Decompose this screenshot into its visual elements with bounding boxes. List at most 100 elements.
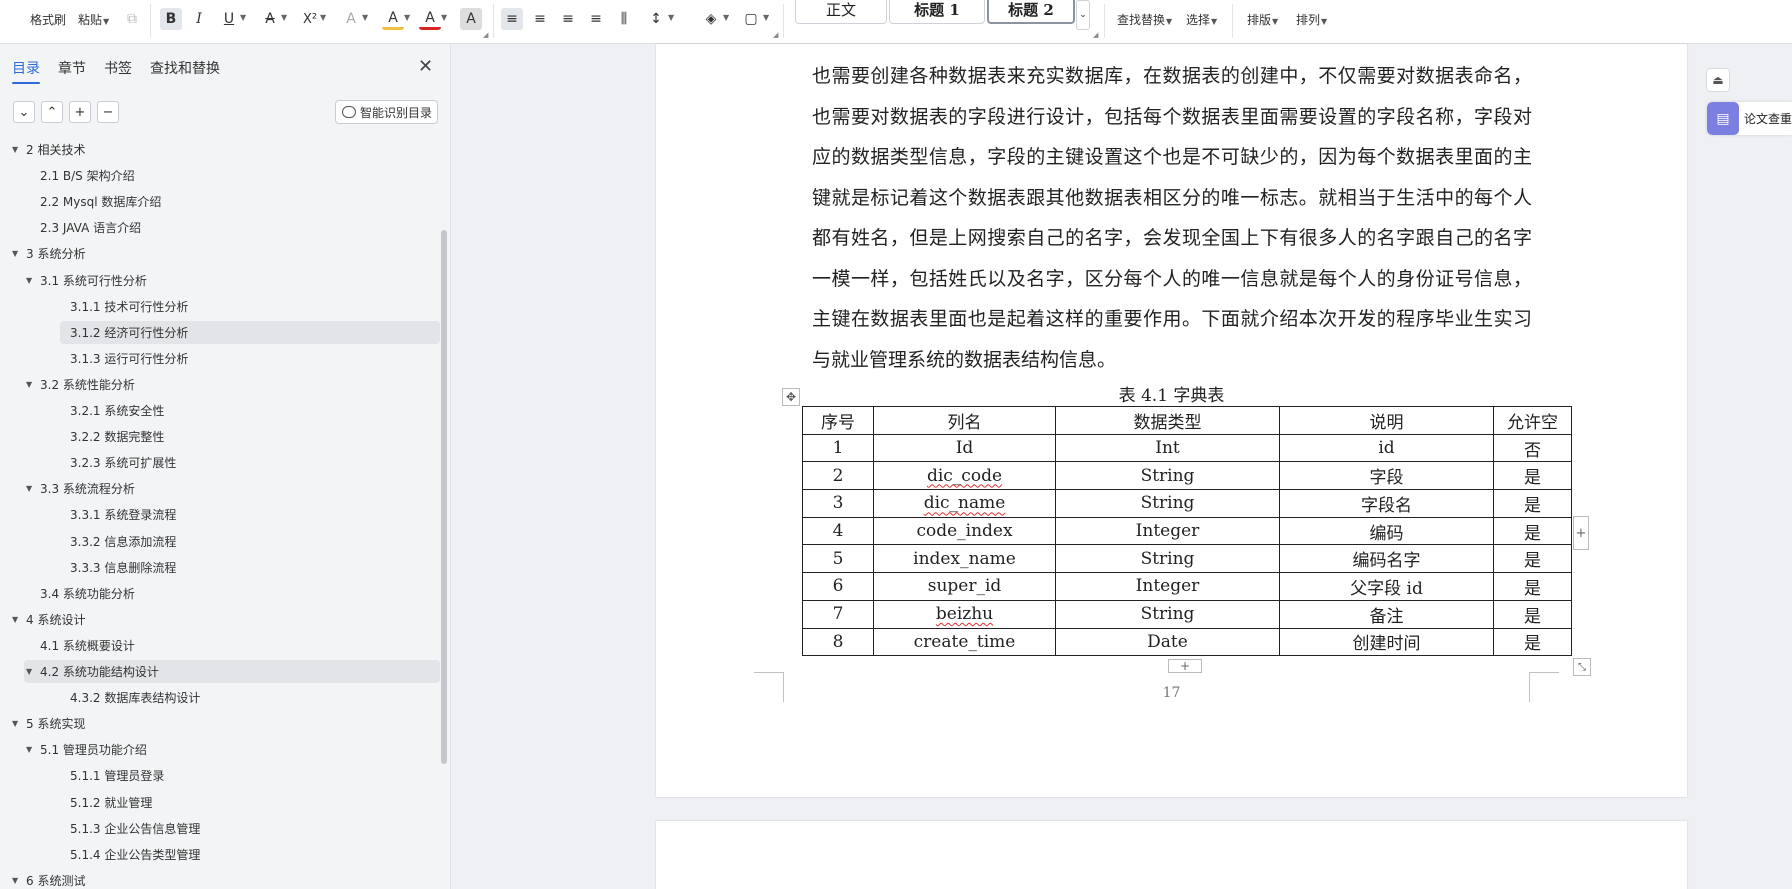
table-cell[interactable]: 是 (1493, 627, 1572, 657)
table-cell[interactable]: String (1055, 461, 1280, 491)
toc-item[interactable]: ▼ 4 系统设计 (12, 608, 85, 631)
smart-toc-button[interactable]: 智能识别目录 (335, 100, 438, 124)
table-cell[interactable]: 编码 (1279, 516, 1494, 546)
toc-item[interactable]: 3.1.2 经济可行性分析 (60, 320, 440, 344)
nav-scrollbar[interactable] (441, 230, 447, 764)
table-cell[interactable]: 5 (802, 544, 874, 574)
dialog-launcher-icon[interactable]: ◢ (1093, 31, 1098, 39)
dictionary-table[interactable]: 序号 列名 数据类型 说明 允许空 1 Id Int id 否 2 dic_code Stri… (802, 406, 1572, 657)
style-heading1[interactable]: 标题 1 (889, 0, 985, 24)
toc-item[interactable]: ▼ 3.2 系统性能分析 (26, 373, 135, 396)
table-cell[interactable]: 创建时间 (1279, 627, 1494, 657)
add-row-icon[interactable]: + (1168, 659, 1202, 673)
table-cell[interactable]: 字段名 (1279, 489, 1494, 518)
toc-item[interactable]: ▼ 5.1 管理员功能介绍 (26, 738, 147, 761)
table-cell[interactable]: 4 (802, 516, 874, 546)
table-cell[interactable]: 备注 (1279, 599, 1494, 629)
underline-options-icon[interactable]: ▼ (240, 13, 246, 22)
body-paragraph[interactable]: 也需要创建各种数据表来充实数据库，在数据表的创建中，不仅需要对数据表命名，也需要… (812, 56, 1532, 380)
toc-item[interactable]: ▼ 2 相关技术 (12, 138, 85, 161)
table-cell[interactable]: 8 (802, 627, 874, 657)
copy-icon[interactable]: ⧉ (121, 8, 143, 30)
toc-item[interactable]: 3.2.2 数据完整性 (70, 425, 164, 448)
toc-item[interactable]: ▼ 3.3 系统流程分析 (26, 477, 135, 500)
table-cell[interactable]: 是 (1493, 599, 1572, 629)
highlight-button[interactable]: A (382, 8, 404, 30)
border-icon[interactable]: ▢ (740, 8, 762, 30)
header-cell[interactable]: 说明 (1279, 406, 1494, 435)
table-cell[interactable]: Integer (1055, 516, 1280, 546)
expand-caret-icon[interactable]: ▼ (12, 876, 26, 885)
expand-caret-icon[interactable]: ▼ (26, 484, 40, 493)
align-right-icon[interactable]: ≡ (557, 8, 579, 30)
find-replace-button[interactable]: 查找替换▼ (1117, 11, 1172, 28)
paper-check-button[interactable]: ▤ 论文查重 (1707, 102, 1792, 135)
table-cell[interactable]: Id (873, 433, 1056, 463)
toc-item[interactable]: ▼ 3.1 系统可行性分析 (26, 269, 147, 292)
table-cell[interactable]: 否 (1493, 433, 1572, 463)
table-cell[interactable]: 3 (802, 489, 874, 518)
table-cell[interactable]: 是 (1493, 572, 1572, 601)
table-cell[interactable]: 是 (1493, 461, 1572, 491)
align-left-icon[interactable]: ≡ (501, 8, 523, 30)
table-cell[interactable]: String (1055, 489, 1280, 518)
toc-item[interactable]: 4.1 系统概要设计 (40, 634, 135, 657)
remove-heading-icon[interactable]: − (97, 101, 119, 123)
table-cell[interactable]: String (1055, 544, 1280, 574)
table-cell[interactable]: id (1279, 433, 1494, 463)
collapse-up-icon[interactable]: ⌃ (41, 101, 63, 123)
toc-item[interactable]: 3.3.2 信息添加流程 (70, 530, 176, 553)
expand-caret-icon[interactable]: ▼ (12, 615, 26, 624)
table-cell[interactable]: 字段 (1279, 461, 1494, 491)
collapse-ribbon-icon[interactable]: ⏏ (1706, 68, 1730, 92)
toc-item[interactable]: ▼ 6 系统测试 (12, 869, 85, 889)
styles-more-icon[interactable]: ⌄ (1076, 0, 1090, 30)
strikethrough-button[interactable]: A (259, 8, 281, 30)
table-resize-icon[interactable]: ⤡ (1573, 658, 1591, 676)
table-cell[interactable]: 父字段 id (1279, 572, 1494, 601)
tab-find-replace[interactable]: 查找和替换 (150, 58, 220, 78)
table-cell[interactable]: Int (1055, 433, 1280, 463)
shading-icon[interactable]: ◈ (700, 8, 722, 30)
format-painter-button[interactable]: 格式刷 (30, 11, 66, 28)
distributed-icon[interactable]: ⫼ (613, 8, 635, 30)
justify-icon[interactable]: ≡ (585, 8, 607, 30)
expand-caret-icon[interactable]: ▼ (12, 719, 26, 728)
table-cell[interactable]: code_index (873, 516, 1056, 546)
toc-item[interactable]: 2.2 Mysql 数据库介绍 (40, 190, 161, 213)
dialog-launcher-icon[interactable]: ◢ (483, 31, 488, 39)
superscript-button[interactable]: X² (299, 8, 321, 30)
style-normal[interactable]: 正文 (795, 0, 887, 24)
char-shading-button[interactable]: A (460, 8, 482, 30)
expand-caret-icon[interactable]: ▼ (26, 745, 40, 754)
table-cell[interactable]: 6 (802, 572, 874, 601)
table-cell[interactable]: 2 (802, 461, 874, 491)
expand-caret-icon[interactable]: ▼ (12, 145, 26, 154)
table-cell[interactable]: String (1055, 599, 1280, 629)
toc-item[interactable]: 4.3.2 数据库表结构设计 (70, 686, 200, 709)
expand-all-icon[interactable]: ⌄ (13, 101, 35, 123)
tab-chapters[interactable]: 章节 (58, 58, 86, 78)
table-cell[interactable]: super_id (873, 572, 1056, 601)
table-cell[interactable]: dic_name (873, 489, 1056, 518)
line-spacing-options-icon[interactable]: ▼ (668, 13, 674, 22)
tab-bookmarks[interactable]: 书签 (104, 58, 132, 78)
paste-button[interactable]: 粘贴▼ (78, 11, 109, 28)
bold-button[interactable]: B (160, 8, 182, 30)
expand-caret-icon[interactable]: ▼ (26, 667, 40, 676)
italic-button[interactable]: I (188, 8, 210, 30)
toc-item[interactable]: 5.1.4 企业公告类型管理 (70, 843, 200, 866)
table-cell[interactable]: 是 (1493, 489, 1572, 518)
toc-item[interactable]: 5.1.1 管理员登录 (70, 764, 164, 787)
table-cell[interactable]: 编码名字 (1279, 544, 1494, 574)
expand-caret-icon[interactable]: ▼ (26, 276, 40, 285)
table-cell[interactable]: Integer (1055, 572, 1280, 601)
font-color-button[interactable]: A (419, 8, 441, 30)
layout-button[interactable]: 排版▼ (1247, 11, 1278, 28)
close-icon[interactable]: ✕ (418, 56, 433, 77)
toc-item[interactable]: 3.4 系统功能分析 (40, 582, 135, 605)
header-cell[interactable]: 序号 (802, 406, 874, 435)
align-center-icon[interactable]: ≡ (529, 8, 551, 30)
toc-item[interactable]: 3.1.3 运行可行性分析 (70, 347, 188, 370)
underline-button[interactable]: U (218, 8, 240, 30)
